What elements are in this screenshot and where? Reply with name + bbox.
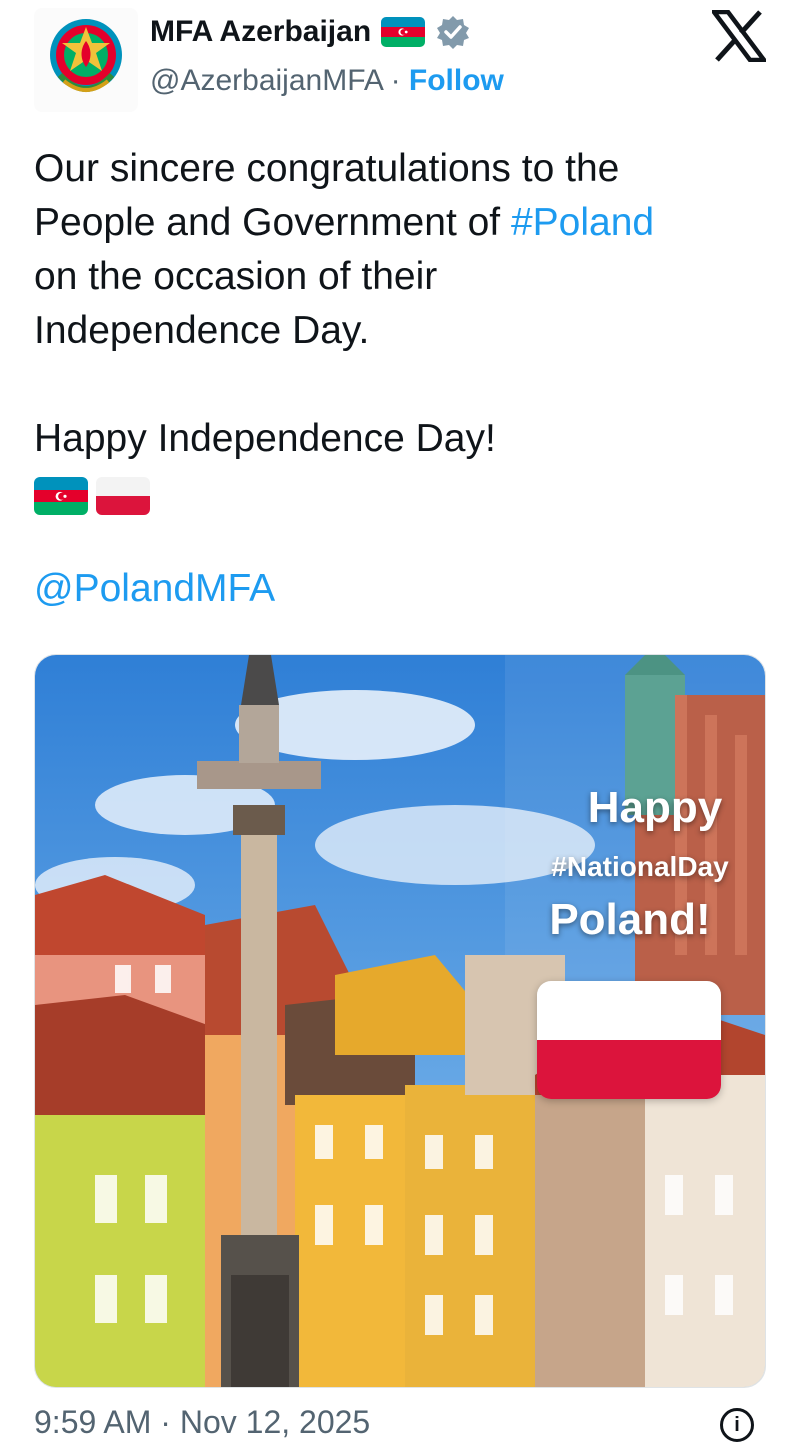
tweet-text: Our sincere congratulations to the Peopl…	[34, 142, 774, 616]
overlay-happy: Happy	[587, 783, 723, 832]
tweet-date: Nov 12, 2025	[179, 1404, 371, 1440]
account-handle[interactable]: @AzerbaijanMFA	[150, 64, 382, 97]
overlay-poland: Poland!	[549, 895, 711, 944]
x-logo-icon[interactable]	[712, 10, 766, 62]
separator: ·	[382, 64, 409, 97]
hashtag-link[interactable]: #Poland	[511, 201, 654, 244]
follow-button[interactable]: Follow	[409, 64, 504, 97]
overlay-hashtag: #NationalDay	[551, 851, 729, 882]
azerbaijan-flag-icon	[381, 17, 426, 47]
separator: ·	[151, 1404, 180, 1440]
tweet-line-3: on the occasion of their	[34, 255, 438, 298]
poland-flag-emoji	[96, 477, 150, 515]
tweet-line-2: People and Government of #Poland	[34, 196, 774, 250]
tweet-line-5: Happy Independence Day!	[34, 417, 496, 460]
handle-row: @AzerbaijanMFA · Follow	[150, 64, 504, 98]
info-icon[interactable]: i	[720, 1408, 754, 1442]
author-name-row: MFA Azerbaijan	[150, 14, 471, 50]
tweet-time: 9:59 AM	[34, 1404, 152, 1440]
display-name[interactable]: MFA Azerbaijan	[150, 15, 371, 49]
poland-flag-graphic	[537, 981, 721, 1099]
tweet-timestamp[interactable]: 9:59 AM · Nov 12, 2025	[34, 1404, 370, 1441]
azerbaijan-emblem-icon	[50, 19, 122, 92]
mention-link[interactable]: @PolandMFA	[34, 562, 774, 616]
verified-badge-icon	[437, 16, 470, 49]
account-avatar[interactable]	[34, 8, 138, 112]
azerbaijan-flag-emoji	[34, 477, 88, 515]
tweet-line-1: Our sincere congratulations to the	[34, 147, 620, 190]
flag-emojis	[34, 476, 774, 516]
tweet-image[interactable]: Happy #NationalDay Poland!	[34, 654, 766, 1388]
tweet-line-4: Independence Day.	[34, 309, 370, 352]
tweet-line-2-text: People and Government of	[34, 201, 511, 244]
